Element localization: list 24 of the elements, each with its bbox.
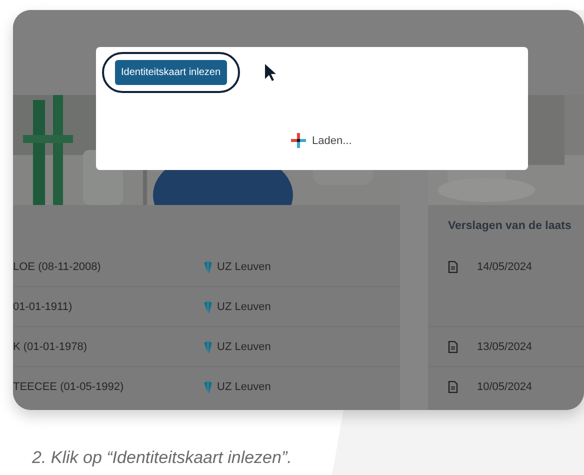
hospital-cell: UZ Leuven	[217, 300, 271, 312]
document-icon	[448, 340, 458, 352]
patient-cell-text: LOE (08-11-2008)	[13, 260, 102, 272]
read-id-card-button[interactable]: Identiteitskaart inlezen	[115, 60, 227, 85]
mouse-cursor-icon	[264, 63, 277, 82]
hospital-cell: UZ Leuven	[217, 260, 271, 272]
instruction-caption: 2. Klik op “Identiteitskaart inlezen”.	[32, 448, 293, 468]
section-title: Verslagen van de laats	[448, 220, 572, 232]
hospital-cell: UZ Leuven	[217, 340, 271, 352]
report-date[interactable]: 14/05/2024	[477, 260, 532, 272]
document-icon	[448, 260, 458, 272]
hospital-logo-icon	[203, 300, 213, 314]
patient-cell-text: K (01-01-1978)	[13, 340, 88, 352]
document-icon	[448, 380, 458, 392]
hospital-logo-icon	[203, 340, 213, 354]
hospital-cell: UZ Leuven	[217, 380, 271, 392]
patient-cell-text: 01-01-1911)	[13, 300, 74, 312]
spinner-icon	[290, 132, 307, 149]
loading-text: Laden...	[312, 134, 352, 146]
hospital-logo-icon	[203, 260, 213, 274]
report-date[interactable]: 13/05/2024	[477, 340, 532, 352]
hospital-logo-icon	[203, 380, 213, 394]
patient-cell-text: TEECEE (01-05-1992)	[13, 380, 125, 392]
report-date[interactable]: 10/05/2024	[477, 380, 532, 392]
